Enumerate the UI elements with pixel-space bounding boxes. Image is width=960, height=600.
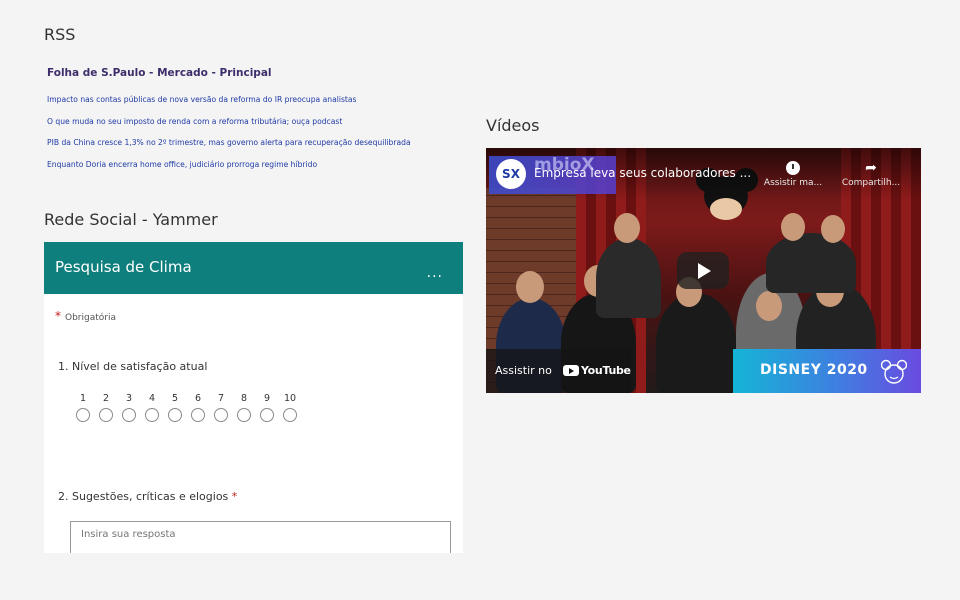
- rss-item-link[interactable]: PIB da China cresce 1,3% no 2º trimestre…: [47, 138, 411, 160]
- scale-option[interactable]: 2: [98, 393, 114, 422]
- answer-input[interactable]: [70, 521, 451, 553]
- scale-number: 10: [283, 393, 297, 404]
- video-player[interactable]: mbioX SX Empresa leva seus colaboradores…: [486, 148, 921, 393]
- scale-number: 3: [125, 393, 133, 404]
- scale-radio[interactable]: [76, 408, 90, 422]
- required-note-text: Obrigatória: [65, 313, 116, 323]
- scale-number: 8: [240, 393, 248, 404]
- scale-option[interactable]: 6: [190, 393, 206, 422]
- scale-radio[interactable]: [99, 408, 113, 422]
- scale-number: 5: [171, 393, 179, 404]
- scale-number: 1: [79, 393, 87, 404]
- share-label: Compartilh...: [841, 178, 901, 188]
- disney-banner: DISNEY 2020: [733, 349, 921, 393]
- scale-number: 2: [102, 393, 110, 404]
- satisfaction-scale: 1 2 3 4 5 6 7 8 9 10: [75, 393, 298, 422]
- question-2-text: 2. Sugestões, críticas e elogios: [58, 490, 229, 503]
- scale-number: 6: [194, 393, 202, 404]
- watch-later-label: Assistir ma...: [763, 178, 823, 188]
- disney-banner-text: DISNEY 2020: [760, 362, 868, 378]
- scale-radio[interactable]: [260, 408, 274, 422]
- scale-number: 4: [148, 393, 156, 404]
- scale-option[interactable]: 5: [167, 393, 183, 422]
- question-2-label: 2. Sugestões, críticas e elogios *: [58, 490, 237, 503]
- scale-number: 9: [263, 393, 271, 404]
- video-title[interactable]: Empresa leva seus colaboradores ...: [534, 166, 751, 180]
- scale-option[interactable]: 1: [75, 393, 91, 422]
- youtube-icon: [563, 365, 579, 376]
- scale-radio[interactable]: [145, 408, 159, 422]
- rss-list: Impacto nas contas públicas de nova vers…: [47, 95, 411, 181]
- required-note: * Obrigatória: [55, 309, 116, 323]
- scale-option[interactable]: 4: [144, 393, 160, 422]
- scale-radio[interactable]: [214, 408, 228, 422]
- scale-radio[interactable]: [122, 408, 136, 422]
- scale-option[interactable]: 10: [282, 393, 298, 422]
- videos-section-title: Vídeos: [486, 116, 540, 135]
- rss-feed-name: Folha de S.Paulo - Mercado - Principal: [47, 67, 272, 79]
- scale-option[interactable]: 8: [236, 393, 252, 422]
- rss-item-link[interactable]: Impacto nas contas públicas de nova vers…: [47, 95, 411, 117]
- mickey-icon: [881, 359, 907, 384]
- watch-on-youtube-button[interactable]: Assistir no YouTube: [486, 349, 631, 393]
- mickey-face: [710, 198, 742, 220]
- scale-radio[interactable]: [168, 408, 182, 422]
- scale-option[interactable]: 3: [121, 393, 137, 422]
- youtube-wordmark: YouTube: [581, 364, 631, 377]
- required-star: *: [55, 309, 61, 323]
- rss-item-link[interactable]: O que muda no seu imposto de renda com a…: [47, 117, 411, 139]
- question-1-label: 1. Nível de satisfação atual: [58, 360, 208, 373]
- poll-card: Pesquisa de Clima ... * Obrigatória 1. Ní…: [44, 242, 463, 553]
- play-button[interactable]: [677, 252, 729, 289]
- scale-option[interactable]: 9: [259, 393, 275, 422]
- watch-on-label: Assistir no: [495, 364, 552, 377]
- watch-later-button[interactable]: Assistir ma...: [758, 158, 828, 188]
- scale-radio[interactable]: [237, 408, 251, 422]
- channel-logo[interactable]: SX: [496, 159, 526, 189]
- yammer-section-title: Rede Social - Yammer: [44, 210, 218, 229]
- required-star: *: [231, 490, 238, 503]
- clock-icon: [758, 158, 828, 178]
- rss-item-link[interactable]: Enquanto Doria encerra home office, judi…: [47, 160, 411, 182]
- poll-header: Pesquisa de Clima ...: [44, 242, 463, 294]
- share-button[interactable]: ➦ Compartilh...: [836, 158, 906, 188]
- scale-radio[interactable]: [191, 408, 205, 422]
- rss-section-title: RSS: [44, 25, 76, 44]
- scale-number: 7: [217, 393, 225, 404]
- share-icon: ➦: [865, 160, 877, 176]
- scale-option[interactable]: 7: [213, 393, 229, 422]
- more-options-button[interactable]: ...: [427, 266, 443, 280]
- poll-title: Pesquisa de Clima: [55, 258, 192, 276]
- scale-radio[interactable]: [283, 408, 297, 422]
